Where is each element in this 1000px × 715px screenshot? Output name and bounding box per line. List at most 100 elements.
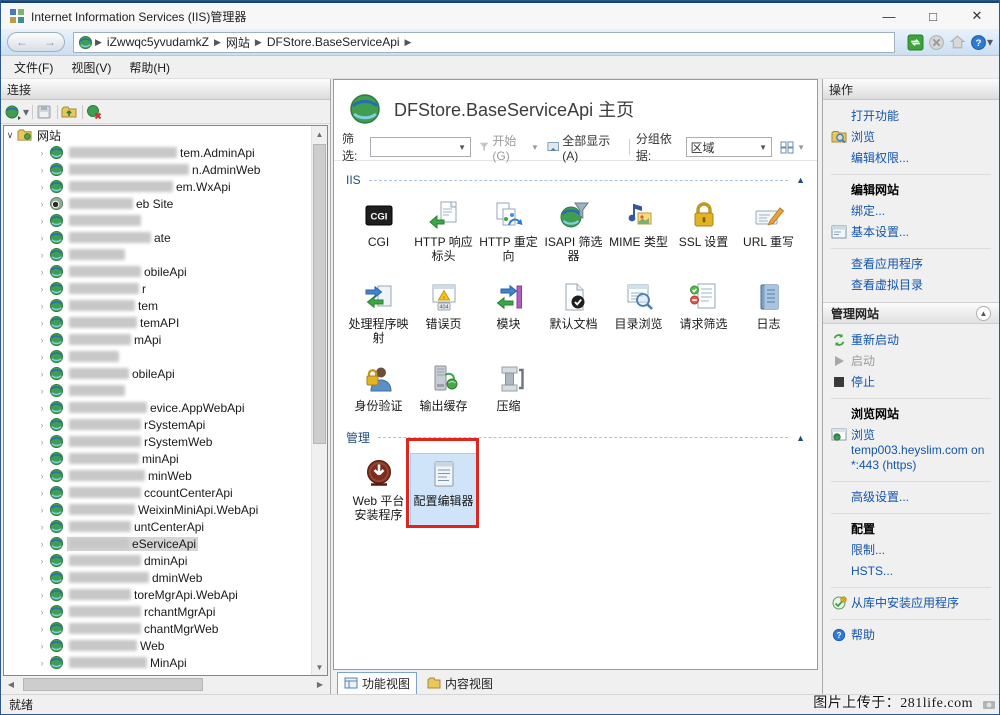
connect-server-icon[interactable]: [5, 104, 21, 120]
go-button[interactable]: 开始(G)▼: [475, 137, 543, 157]
feature-http-redirect[interactable]: HTTP 重定向: [476, 195, 541, 267]
expand-icon[interactable]: ›: [36, 352, 48, 362]
tree-site-row[interactable]: ›ccountCenterApi: [4, 484, 311, 501]
feature-url-rewrite[interactable]: URL 重写: [736, 195, 801, 267]
scroll-right-icon[interactable]: ▶: [312, 677, 328, 692]
scroll-down-icon[interactable]: ▼: [312, 659, 327, 675]
tree-site-row[interactable]: ›MinApi: [4, 654, 311, 671]
tree-site-row[interactable]: ›r: [4, 280, 311, 297]
action-link[interactable]: 打开功能: [831, 106, 991, 127]
tree-site-row[interactable]: ›minWeb: [4, 467, 311, 484]
view-mode-button[interactable]: ▼: [776, 137, 809, 157]
tree-root-sites[interactable]: ∨网站: [4, 127, 311, 144]
action-link[interactable]: 绑定...: [831, 201, 991, 222]
feature-handler-mappings[interactable]: 处理程序映射: [346, 277, 411, 349]
menu-item-1[interactable]: 视图(V): [62, 56, 120, 79]
disconnect-icon[interactable]: [86, 104, 102, 120]
scroll-left-icon[interactable]: ◀: [3, 677, 19, 692]
expand-icon[interactable]: ›: [36, 471, 48, 481]
section-header-iis[interactable]: IIS▲: [346, 173, 805, 187]
action-link[interactable]: 查看应用程序: [831, 254, 991, 275]
menu-item-0[interactable]: 文件(F): [5, 56, 62, 79]
action-link[interactable]: 限制...: [831, 540, 991, 561]
feature-isapi-filter[interactable]: ISAPI 筛选器: [541, 195, 606, 267]
expand-icon[interactable]: ›: [36, 250, 48, 260]
action-link[interactable]: 编辑权限...: [831, 148, 991, 169]
go-up-icon[interactable]: [61, 104, 77, 120]
expand-icon[interactable]: ›: [36, 590, 48, 600]
tree-site-row[interactable]: ›mApi: [4, 331, 311, 348]
maximize-button[interactable]: □: [911, 3, 955, 29]
tree-horizontal-scrollbar[interactable]: ◀ ▶: [3, 677, 328, 692]
show-all-button[interactable]: 全部显示(A): [543, 137, 623, 157]
action-link[interactable]: 停止: [831, 372, 991, 393]
feature-web-platform-installer[interactable]: Web 平台安装程序: [346, 454, 411, 526]
tree-site-row[interactable]: ›Web: [4, 637, 311, 654]
scrollbar-thumb[interactable]: [313, 144, 326, 444]
breadcrumb-segment-2[interactable]: DFStore.BaseServiceApi: [264, 35, 403, 49]
expand-icon[interactable]: ›: [36, 301, 48, 311]
expand-icon[interactable]: ›: [36, 182, 48, 192]
tree-site-row[interactable]: ›rSystemApi: [4, 416, 311, 433]
tree-site-row[interactable]: ›em.WxApi: [4, 178, 311, 195]
tree-site-row[interactable]: ›minApi: [4, 450, 311, 467]
feature-ssl-settings[interactable]: SSL 设置: [671, 195, 736, 267]
tree-site-row[interactable]: ›temAPI: [4, 314, 311, 331]
expand-icon[interactable]: ›: [36, 216, 48, 226]
expand-icon[interactable]: ›: [36, 420, 48, 430]
expand-icon[interactable]: ›: [36, 318, 48, 328]
feature-compression[interactable]: 压缩: [476, 359, 541, 417]
expand-icon[interactable]: ›: [36, 148, 48, 158]
feature-output-caching[interactable]: 输出缓存: [411, 359, 476, 417]
tree-site-row[interactable]: ›n.AdminWeb: [4, 161, 311, 178]
action-link[interactable]: 浏览: [831, 127, 991, 148]
action-link[interactable]: 基本设置...: [831, 222, 991, 243]
feature-directory-browsing[interactable]: 目录浏览: [606, 277, 671, 349]
home-icon[interactable]: [949, 34, 966, 51]
tree-site-row[interactable]: ›rSystemWeb: [4, 433, 311, 450]
save-icon[interactable]: [36, 104, 52, 120]
tree-site-row[interactable]: ›eb Site: [4, 195, 311, 212]
expand-icon[interactable]: ›: [36, 369, 48, 379]
collapse-chevron-icon[interactable]: ▲: [796, 433, 805, 443]
tree-site-row[interactable]: ›evice.AppWebApi: [4, 399, 311, 416]
tab-content-view[interactable]: 内容视图: [421, 673, 499, 694]
expand-icon[interactable]: ›: [36, 165, 48, 175]
tree-vertical-scrollbar[interactable]: ▲ ▼: [311, 126, 327, 675]
action-link[interactable]: 浏览 temp003.heyslim.com on *:443 (https): [831, 425, 991, 476]
tree-site-row[interactable]: ›chantMgrWeb: [4, 620, 311, 637]
expand-icon[interactable]: ›: [36, 607, 48, 617]
action-link[interactable]: 查看虚拟目录: [831, 275, 991, 296]
back-button[interactable]: ←: [16, 35, 28, 49]
forward-button[interactable]: →: [44, 35, 56, 49]
expand-icon[interactable]: ›: [36, 267, 48, 277]
group-by-select[interactable]: 区域▼: [686, 137, 773, 157]
expand-icon[interactable]: ›: [36, 284, 48, 294]
expand-icon[interactable]: ›: [36, 233, 48, 243]
menu-item-2[interactable]: 帮助(H): [120, 56, 179, 79]
action-link[interactable]: HSTS...: [831, 561, 991, 582]
tree-site-row[interactable]: ›dminWeb: [4, 569, 311, 586]
tree-site-row[interactable]: ›eServiceApi: [4, 535, 311, 552]
help-icon[interactable]: ?: [970, 34, 987, 51]
expand-icon[interactable]: ›: [36, 454, 48, 464]
collapse-icon[interactable]: ∨: [4, 130, 16, 141]
tree-site-row[interactable]: ›untCenterApi: [4, 518, 311, 535]
actions-section-manage-website[interactable]: 管理网站▲: [823, 302, 999, 324]
scrollbar-thumb[interactable]: [23, 678, 203, 691]
minimize-button[interactable]: —: [867, 3, 911, 29]
tree-site-row[interactable]: ›ate: [4, 229, 311, 246]
section-header-management[interactable]: 管理▲: [346, 429, 805, 446]
expand-icon[interactable]: ›: [36, 539, 48, 549]
tree-site-row[interactable]: ›tem.AdminApi: [4, 144, 311, 161]
tree-site-row[interactable]: ›rchantMgrApi: [4, 603, 311, 620]
action-link[interactable]: ?帮助: [831, 625, 991, 646]
expand-icon[interactable]: ›: [36, 522, 48, 532]
action-link[interactable]: 重新启动: [831, 330, 991, 351]
tree-site-row[interactable]: ›tem: [4, 297, 311, 314]
breadcrumb-segment-1[interactable]: 网站: [223, 34, 253, 51]
dropdown-arrow-icon[interactable]: ▾: [23, 105, 29, 119]
expand-icon[interactable]: ›: [36, 335, 48, 345]
feature-modules[interactable]: 模块: [476, 277, 541, 349]
expand-icon[interactable]: ›: [36, 199, 48, 209]
